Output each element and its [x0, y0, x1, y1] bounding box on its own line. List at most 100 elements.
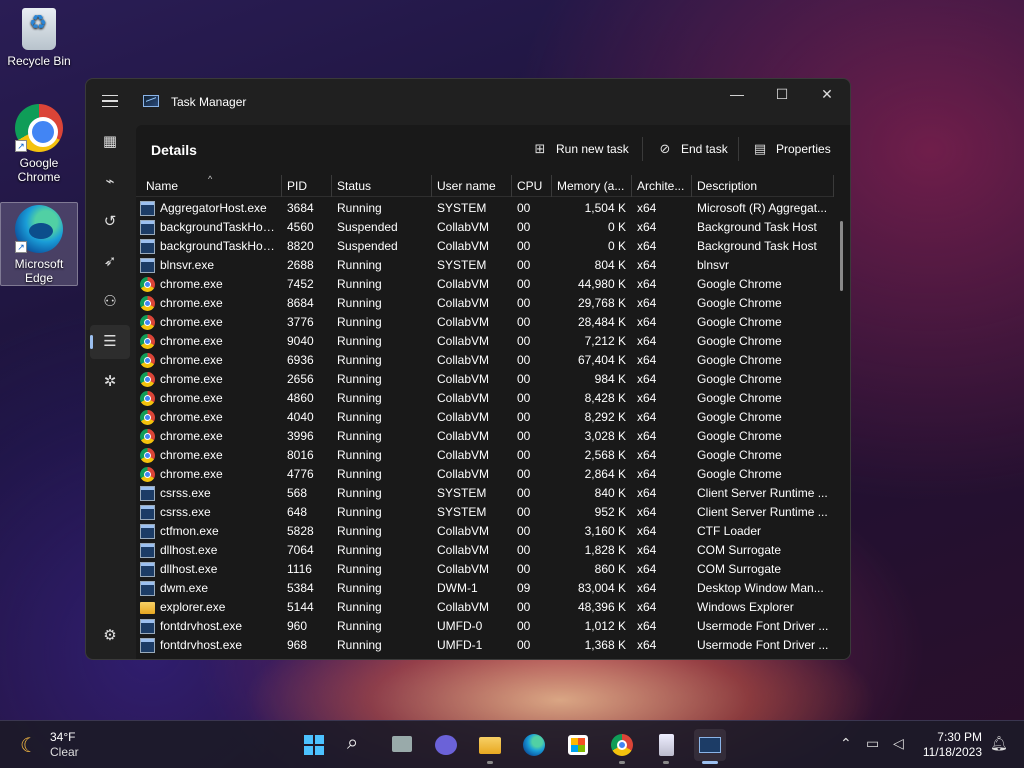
- table-row[interactable]: chrome.exe 4860 Running CollabVM 00 8,428 K x6…: [136, 389, 834, 408]
- cell-cpu: 00: [517, 619, 531, 633]
- table-row[interactable]: dllhost.exe 7064 Running CollabVM 00 1,828 K x…: [136, 541, 834, 560]
- edge-button[interactable]: [518, 729, 550, 761]
- application-icon: [140, 543, 155, 558]
- table-row[interactable]: chrome.exe 3996 Running CollabVM 00 3,028 K x6…: [136, 427, 834, 446]
- cell-desc: blnsvr: [697, 258, 730, 272]
- properties-button[interactable]: ▤ Properties: [752, 141, 831, 157]
- notification-bell-icon[interactable]: 🔔︎: [990, 735, 1008, 752]
- microsoft-store-button[interactable]: [562, 729, 594, 761]
- folder-icon: [140, 602, 155, 614]
- chrome-icon: [140, 391, 155, 406]
- cell-status: Running: [337, 315, 382, 329]
- table-row[interactable]: chrome.exe 8016 Running CollabVM 00 2,568 K x6…: [136, 446, 834, 465]
- task-view-button[interactable]: [386, 729, 418, 761]
- title-bar[interactable]: Task Manager — ☐ ✕: [86, 79, 850, 125]
- column-header-cpu[interactable]: CPU: [512, 175, 552, 197]
- table-row[interactable]: fontdrvhost.exe 960 Running UMFD-0 00 1,012 K…: [136, 617, 834, 636]
- services-icon[interactable]: ✲: [90, 365, 130, 399]
- maximize-button[interactable]: ☐: [759, 79, 805, 111]
- chevron-up-icon[interactable]: ⌃: [840, 735, 852, 752]
- notepad-button[interactable]: [650, 729, 682, 764]
- desktop-icon-recycle-bin[interactable]: Recycle Bin: [0, 8, 78, 78]
- table-row[interactable]: csrss.exe 648 Running SYSTEM 00 952 K x64 Clien…: [136, 503, 834, 522]
- application-icon: [140, 220, 155, 235]
- application-icon: [140, 581, 155, 596]
- table-row[interactable]: chrome.exe 4040 Running CollabVM 00 8,292 K x6…: [136, 408, 834, 427]
- search-icon: ⌕: [347, 732, 359, 754]
- start-button[interactable]: [298, 729, 330, 761]
- column-header-description[interactable]: Description: [692, 175, 834, 197]
- teams-chat-button[interactable]: [430, 729, 462, 761]
- details-icon[interactable]: ☰: [90, 325, 130, 359]
- cell-name: chrome.exe: [160, 448, 223, 462]
- column-header-user-name[interactable]: User name: [432, 175, 512, 197]
- properties-icon: ▤: [753, 141, 767, 156]
- processes-icon[interactable]: ▦: [90, 125, 130, 159]
- table-row[interactable]: explorer.exe 5144 Running CollabVM 00 48,396 …: [136, 598, 834, 617]
- cell-name: chrome.exe: [160, 277, 223, 291]
- cell-user: CollabVM: [437, 296, 490, 310]
- table-row[interactable]: dwm.exe 5384 Running DWM-1 09 83,004 K x64 Desk…: [136, 579, 834, 598]
- end-task-button[interactable]: ⊘ End task: [657, 141, 728, 157]
- cell-pid: 9040: [287, 334, 314, 348]
- table-row[interactable]: backgroundTaskHost... 8820 Suspended Collab…: [136, 237, 834, 256]
- users-icon[interactable]: ⚇: [90, 285, 130, 319]
- table-row[interactable]: chrome.exe 6936 Running CollabVM 00 67,404 K x…: [136, 351, 834, 370]
- table-row[interactable]: dllhost.exe 1116 Running CollabVM 00 860 K x64…: [136, 560, 834, 579]
- table-row[interactable]: chrome.exe 2656 Running CollabVM 00 984 K x64 G…: [136, 370, 834, 389]
- cell-cpu: 00: [517, 448, 531, 462]
- performance-icon[interactable]: ⌁: [90, 165, 130, 199]
- column-header-memory[interactable]: Memory (a...: [552, 175, 632, 197]
- folder-icon: [479, 737, 501, 754]
- cell-arch: x64: [637, 296, 657, 310]
- hamburger-icon[interactable]: [102, 95, 118, 107]
- desktop-icon-microsoft-edge[interactable]: ↗ Microsoft Edge: [0, 202, 78, 286]
- file-explorer-button[interactable]: [474, 729, 506, 764]
- run-new-task-button[interactable]: ⊞ Run new task: [532, 141, 629, 157]
- navigation-sidebar: ▦ ⌁ ↺ ➶ ⚇ ☰ ✲ ⚙: [86, 125, 134, 659]
- cell-arch: x64: [637, 505, 657, 519]
- history-icon[interactable]: ↺: [90, 205, 130, 239]
- task-manager-icon: [699, 737, 721, 753]
- table-row[interactable]: chrome.exe 7452 Running CollabVM 00 44,980 K x…: [136, 275, 834, 294]
- table-row[interactable]: backgroundTaskHost... 4560 Suspended Collab…: [136, 218, 834, 237]
- cell-desc: Windows Explorer: [697, 600, 794, 614]
- column-header-pid[interactable]: PID: [282, 175, 332, 197]
- minimize-button[interactable]: —: [714, 79, 760, 111]
- table-row[interactable]: AggregatorHost.exe 3684 Running SYSTEM 00 1,5…: [136, 199, 834, 218]
- cell-mem: 29,768 K: [577, 296, 626, 310]
- vertical-scrollbar[interactable]: [840, 221, 843, 291]
- cell-desc: Client Server Runtime ...: [697, 486, 828, 500]
- startup-icon[interactable]: ➶: [90, 245, 130, 279]
- cell-mem: 83,004 K: [577, 581, 626, 595]
- table-row[interactable]: chrome.exe 4776 Running CollabVM 00 2,864 K x6…: [136, 465, 834, 484]
- volume-muted-icon[interactable]: ◁: [893, 735, 904, 752]
- cell-user: CollabVM: [437, 600, 490, 614]
- table-row[interactable]: csrss.exe 568 Running SYSTEM 00 840 K x64 Clien…: [136, 484, 834, 503]
- desktop-icon-google-chrome[interactable]: ↗ Google Chrome: [0, 104, 78, 188]
- clock[interactable]: 7:30 PM 11/18/2023: [910, 730, 982, 760]
- table-row[interactable]: ctfmon.exe 5828 Running CollabVM 00 3,160 K x6…: [136, 522, 834, 541]
- table-row[interactable]: chrome.exe 3776 Running CollabVM 00 28,484 K x…: [136, 313, 834, 332]
- table-row[interactable]: blnsvr.exe 2688 Running SYSTEM 00 804 K x64 bln…: [136, 256, 834, 275]
- cell-mem: 0 K: [607, 239, 626, 253]
- weather-condition: Clear: [50, 745, 79, 759]
- cell-name: chrome.exe: [160, 429, 223, 443]
- column-header-architecture[interactable]: Archite...: [632, 175, 692, 197]
- table-row[interactable]: fontdrvhost.exe 968 Running UMFD-1 00 1,368 K…: [136, 636, 834, 655]
- cell-cpu: 00: [517, 296, 531, 310]
- gear-icon[interactable]: ⚙: [90, 619, 130, 653]
- column-header-name[interactable]: Name ^: [141, 175, 282, 197]
- task-manager-button[interactable]: [694, 729, 726, 764]
- table-row[interactable]: chrome.exe 9040 Running CollabVM 00 7,212 K x6…: [136, 332, 834, 351]
- network-icon[interactable]: ▭: [866, 735, 879, 752]
- cell-pid: 4560: [287, 220, 314, 234]
- close-button[interactable]: ✕: [804, 79, 850, 111]
- table-row[interactable]: chrome.exe 8684 Running CollabVM 00 29,768 K x…: [136, 294, 834, 313]
- weather-temperature: 34°F: [50, 730, 76, 744]
- column-header-status[interactable]: Status: [332, 175, 432, 197]
- recycle-bin-icon: [22, 8, 56, 50]
- weather-widget[interactable]: ☾ 34°F Clear: [14, 721, 104, 768]
- chrome-button[interactable]: [606, 729, 638, 764]
- search-button[interactable]: ⌕: [342, 729, 374, 761]
